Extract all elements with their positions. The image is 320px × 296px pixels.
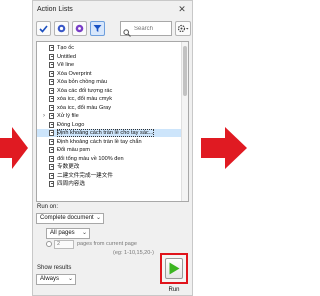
gear-badge-icon[interactable] (72, 21, 87, 36)
list-item[interactable]: 二建文件完成一建文件 (37, 172, 188, 180)
pages-value: All pages (50, 230, 75, 236)
left-red-arrow (0, 127, 28, 169)
run-target-select[interactable]: Complete document ⌄ (36, 213, 104, 224)
list-item[interactable]: Tạo ốc (37, 44, 188, 52)
chevron-down-icon: ⌄ (67, 276, 73, 282)
filter-icon[interactable] (90, 21, 105, 36)
run-label: Run (168, 287, 180, 293)
show-results-value: Always (40, 276, 60, 282)
pages-select[interactable]: All pages ⌄ (46, 228, 90, 239)
window-title: Action Lists (37, 6, 73, 13)
record-icon[interactable] (54, 21, 69, 36)
list-item-label: 四周内容选 (57, 181, 85, 187)
list-item-label: Đổi màu psm (57, 147, 90, 153)
list-item-label: đổi tổng màu về 100% đen (57, 155, 124, 162)
list-item[interactable]: Đổi màu psm (37, 146, 188, 154)
list-item-label: Xóa Overprint (57, 70, 92, 77)
list-scrollbar[interactable] (181, 42, 188, 201)
chevron-right-icon[interactable]: › (43, 112, 48, 120)
list-item[interactable]: Định khoảng cách tràn lề cho tay sác... (37, 129, 188, 137)
action-icon (49, 155, 54, 162)
list-item[interactable]: Vẽ line (37, 61, 188, 69)
action-icon (49, 53, 54, 60)
list-item[interactable]: Xóa bỏn chồng màu (37, 78, 188, 86)
action-icon (49, 96, 54, 102)
search-field[interactable] (120, 21, 172, 37)
list-item[interactable]: xóa icc, đổi màu cmyk (37, 95, 188, 103)
action-icon (49, 87, 54, 94)
play-icon (169, 262, 180, 275)
action-icon (49, 104, 54, 111)
list-item-label: Xử lý file (57, 113, 79, 119)
list-item-label: Định khoảng cách tràn lề cho tay sác... (57, 129, 155, 137)
list-item-label: Untitled (57, 53, 76, 60)
list-item-label: Định khoảng cách tràn lề tay chắn (57, 138, 142, 145)
action-icon (49, 130, 54, 136)
pages-count-value: 2 (57, 241, 61, 247)
search-icon (123, 24, 131, 42)
list-item-label: xóa icc, đổi màu cmyk (57, 96, 113, 102)
run-button[interactable] (165, 258, 183, 279)
list-item[interactable]: Xóa các đối tượng rác (37, 87, 188, 95)
action-icon (49, 147, 54, 153)
chevron-down-icon: ⌄ (95, 215, 101, 221)
run-on-label: Run on: (37, 204, 59, 210)
chevron-down-icon: ⌄ (81, 230, 87, 236)
action-icon (49, 79, 54, 85)
list-item[interactable]: 专数更改 (37, 163, 188, 171)
list-item-label: Tạo ốc (57, 45, 75, 51)
gear-dropdown-icon[interactable] (175, 21, 191, 36)
pages-count-suffix: pages from current page (77, 241, 137, 247)
action-list[interactable]: Tạo ốc Untitled Vẽ line Xóa Overprint Xóa bỏ… (36, 41, 189, 202)
action-icon (49, 172, 54, 179)
list-item-label: Xóa các đối tượng rác (57, 87, 113, 94)
pages-example-hint: (eg: 1-10,15,20-) (113, 250, 154, 256)
run-highlight-box (160, 253, 188, 284)
list-item[interactable]: Xóa Overprint (37, 70, 188, 78)
right-red-arrow (201, 127, 247, 169)
list-item[interactable]: Định khoảng cách tràn lề tay chắn (37, 138, 188, 146)
search-input[interactable] (134, 23, 170, 34)
list-item-label: Vẽ line (57, 62, 75, 68)
list-item[interactable]: đổi tổng màu về 100% đen (37, 155, 188, 163)
toolbar (36, 21, 191, 39)
list-item-label: 专数更改 (57, 164, 80, 170)
pages-count-spinner[interactable]: 2 (54, 240, 74, 249)
list-item-label: 二建文件完成一建文件 (57, 172, 113, 179)
list-item[interactable]: Untitled (37, 53, 188, 61)
show-results-label: Show results (37, 265, 72, 271)
list-item-label: Đóng Logo (57, 121, 85, 128)
action-icon (49, 121, 54, 128)
list-item-label: xóa icc, đổi màu Gray (57, 104, 112, 111)
run-target-value: Complete document (40, 215, 94, 221)
action-icon (49, 138, 54, 145)
show-results-select[interactable]: Always ⌄ (36, 274, 76, 285)
check-icon[interactable] (36, 21, 51, 36)
action-icon (49, 113, 54, 119)
action-lists-window: Action Lists ✕ Tạo ốcU (32, 0, 193, 296)
pages-count-radio[interactable] (46, 241, 52, 247)
action-icon (49, 181, 54, 187)
action-icon (49, 164, 54, 170)
action-icon (49, 62, 54, 68)
list-item[interactable]: › Xử lý file (37, 112, 188, 120)
scrollbar-thumb[interactable] (183, 46, 187, 96)
list-item[interactable]: xóa icc, đổi màu Gray (37, 104, 188, 112)
action-icon (49, 70, 54, 77)
list-item[interactable]: Đóng Logo (37, 121, 188, 129)
list-item-label: Xóa bỏn chồng màu (57, 79, 108, 85)
close-icon[interactable]: ✕ (176, 4, 188, 15)
action-icon (49, 45, 54, 51)
list-item[interactable]: 四周内容选 (37, 180, 188, 188)
